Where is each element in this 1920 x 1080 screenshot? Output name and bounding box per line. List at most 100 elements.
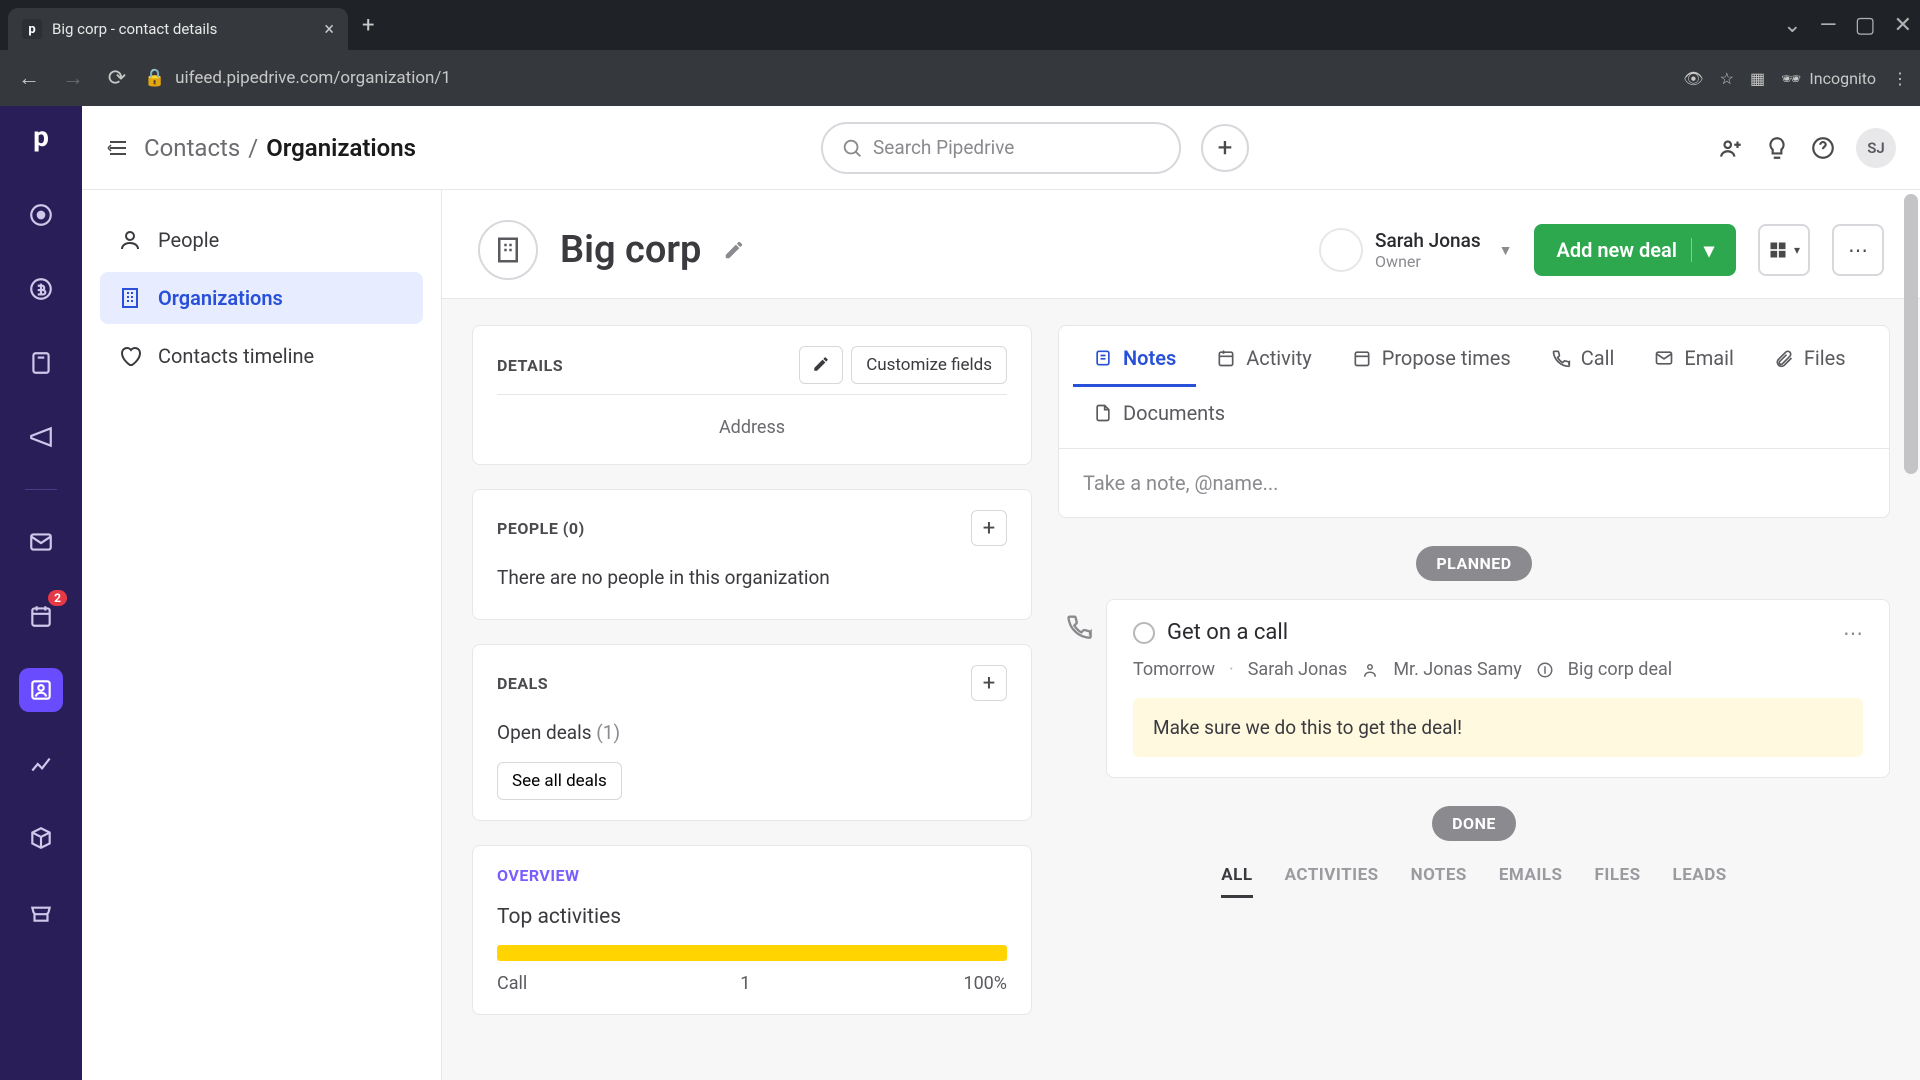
breadcrumb: Contacts / Organizations: [144, 134, 416, 162]
edit-fields-button[interactable]: [799, 346, 843, 384]
tab-files[interactable]: Files: [1754, 332, 1866, 387]
add-deal-button[interactable]: Add new deal ▾: [1534, 224, 1736, 276]
incognito-chip[interactable]: 🕶 Incognito: [1781, 69, 1876, 88]
details-card: DETAILS Customize fields Address: [472, 325, 1032, 465]
tab-call[interactable]: Call: [1531, 332, 1635, 387]
more-actions-button[interactable]: ⋯: [1832, 224, 1884, 276]
tab-activity[interactable]: Activity: [1196, 332, 1331, 387]
chevron-down-icon[interactable]: ⌄: [1783, 13, 1801, 38]
activity-bar: [497, 945, 1007, 961]
rail-mail[interactable]: [19, 520, 63, 564]
tab-documents[interactable]: Documents: [1073, 387, 1245, 442]
sidebar-item-organizations[interactable]: Organizations: [100, 272, 423, 324]
search-input[interactable]: Search Pipedrive: [821, 122, 1181, 174]
tab-email[interactable]: Email: [1634, 332, 1754, 387]
activity-more-icon[interactable]: ⋯: [1843, 621, 1863, 645]
star-icon[interactable]: ☆: [1720, 69, 1734, 88]
details-title: DETAILS: [497, 356, 563, 375]
tab-notes[interactable]: Notes: [1073, 332, 1196, 387]
lock-icon: 🔒: [144, 68, 165, 88]
activity-checkbox[interactable]: [1133, 622, 1155, 644]
done-pill: DONE: [1432, 806, 1516, 841]
close-window-icon[interactable]: ✕: [1894, 13, 1912, 38]
collapse-sidebar-icon[interactable]: [106, 136, 130, 160]
filter-all[interactable]: ALL: [1221, 865, 1252, 898]
filter-activities[interactable]: ACTIVITIES: [1285, 865, 1379, 898]
overview-title: OVERVIEW: [497, 866, 580, 885]
sidebar-item-timeline[interactable]: Contacts timeline: [100, 330, 423, 382]
activity-deal[interactable]: Big corp deal: [1568, 659, 1672, 680]
quick-add-button[interactable]: +: [1201, 124, 1249, 172]
user-avatar[interactable]: SJ: [1856, 128, 1896, 168]
rail-products[interactable]: [19, 816, 63, 860]
rail-leads[interactable]: [19, 193, 63, 237]
rail-insights[interactable]: [19, 742, 63, 786]
heart-icon: [118, 344, 142, 368]
note-input[interactable]: Take a note, @name...: [1058, 449, 1890, 518]
activity-badge: 2: [48, 590, 67, 606]
back-button[interactable]: ←: [12, 65, 46, 91]
edit-icon[interactable]: [723, 239, 745, 261]
url-text: uifeed.pipedrive.com/organization/1: [175, 68, 451, 88]
activity-title[interactable]: Get on a call: [1167, 620, 1288, 645]
address-bar[interactable]: 🔒 uifeed.pipedrive.com/organization/1: [144, 68, 1673, 88]
invite-icon[interactable]: [1718, 135, 1744, 161]
rail-projects[interactable]: [19, 341, 63, 385]
contacts-sidebar: People Organizations Contacts timeline: [82, 190, 442, 1080]
building-icon: [118, 286, 142, 310]
filter-files[interactable]: FILES: [1595, 865, 1641, 898]
eye-off-icon[interactable]: 👁: [1683, 69, 1703, 88]
org-header: Big corp Sarah Jonas Owner ▼ Add new dea…: [442, 190, 1920, 299]
customize-fields-button[interactable]: Customize fields: [851, 346, 1007, 384]
people-empty: There are no people in this organization: [497, 556, 1007, 599]
scrollbar[interactable]: [1904, 194, 1918, 474]
assistant-icon[interactable]: [1764, 135, 1790, 161]
filter-leads[interactable]: LEADS: [1673, 865, 1727, 898]
top-activities-label: Top activities: [497, 895, 1007, 939]
extensions-icon[interactable]: ▦: [1750, 69, 1765, 88]
app-logo[interactable]: p: [33, 120, 49, 153]
activity-when: Tomorrow: [1133, 659, 1215, 680]
open-deals-line: Open deals (1): [497, 711, 1007, 754]
people-title: PEOPLE (0): [497, 519, 585, 538]
rail-contacts[interactable]: [19, 668, 63, 712]
planned-pill: PLANNED: [1416, 546, 1531, 581]
sidebar-item-people[interactable]: People: [100, 214, 423, 266]
maximize-icon[interactable]: ▢: [1855, 13, 1876, 38]
forward-button: →: [56, 65, 90, 91]
breadcrumb-root[interactable]: Contacts: [144, 134, 240, 162]
people-card: PEOPLE (0) + There are no people in this…: [472, 489, 1032, 620]
see-all-deals-button[interactable]: See all deals: [497, 762, 622, 800]
filter-tabs: ALL ACTIVITIES NOTES EMAILS FILES LEADS: [1058, 865, 1890, 898]
owner-selector[interactable]: Sarah Jonas Owner ▼: [1319, 228, 1512, 272]
rail-campaigns[interactable]: [19, 415, 63, 459]
tab-propose[interactable]: Propose times: [1332, 332, 1531, 387]
layout-button[interactable]: ▾: [1758, 224, 1810, 276]
breadcrumb-current[interactable]: Organizations: [266, 134, 416, 162]
browser-menu-icon[interactable]: ⋮: [1892, 69, 1908, 88]
activity-person[interactable]: Mr. Jonas Samy: [1393, 659, 1521, 680]
minimize-icon[interactable]: —: [1820, 13, 1837, 38]
person-icon: [118, 228, 142, 252]
address-field[interactable]: Address: [497, 403, 1007, 444]
activity-bar-row: Call 1 100%: [497, 973, 1007, 994]
rail-activities[interactable]: 2: [19, 594, 63, 638]
activity-card: Get on a call ⋯ Tomorrow · Sarah Jonas M…: [1106, 599, 1890, 778]
org-avatar[interactable]: [478, 220, 538, 280]
tab-title: Big corp - contact details: [52, 20, 314, 38]
activity-note: Make sure we do this to get the deal!: [1133, 698, 1863, 757]
help-icon[interactable]: [1810, 135, 1836, 161]
rail-marketplace[interactable]: [19, 890, 63, 934]
add-deal-plus-button[interactable]: +: [971, 665, 1007, 701]
browser-tab[interactable]: p Big corp - contact details ×: [8, 8, 348, 50]
filter-emails[interactable]: EMAILS: [1499, 865, 1563, 898]
nav-rail: p 2: [0, 106, 82, 1080]
rail-deals[interactable]: [19, 267, 63, 311]
org-name: Big corp: [560, 228, 701, 272]
add-person-button[interactable]: +: [971, 510, 1007, 546]
new-tab-button[interactable]: +: [362, 13, 374, 38]
filter-notes[interactable]: NOTES: [1411, 865, 1467, 898]
reload-button[interactable]: ⟳: [100, 66, 134, 91]
tab-close-icon[interactable]: ×: [324, 19, 334, 40]
add-deal-dropdown[interactable]: ▾: [1691, 238, 1714, 262]
